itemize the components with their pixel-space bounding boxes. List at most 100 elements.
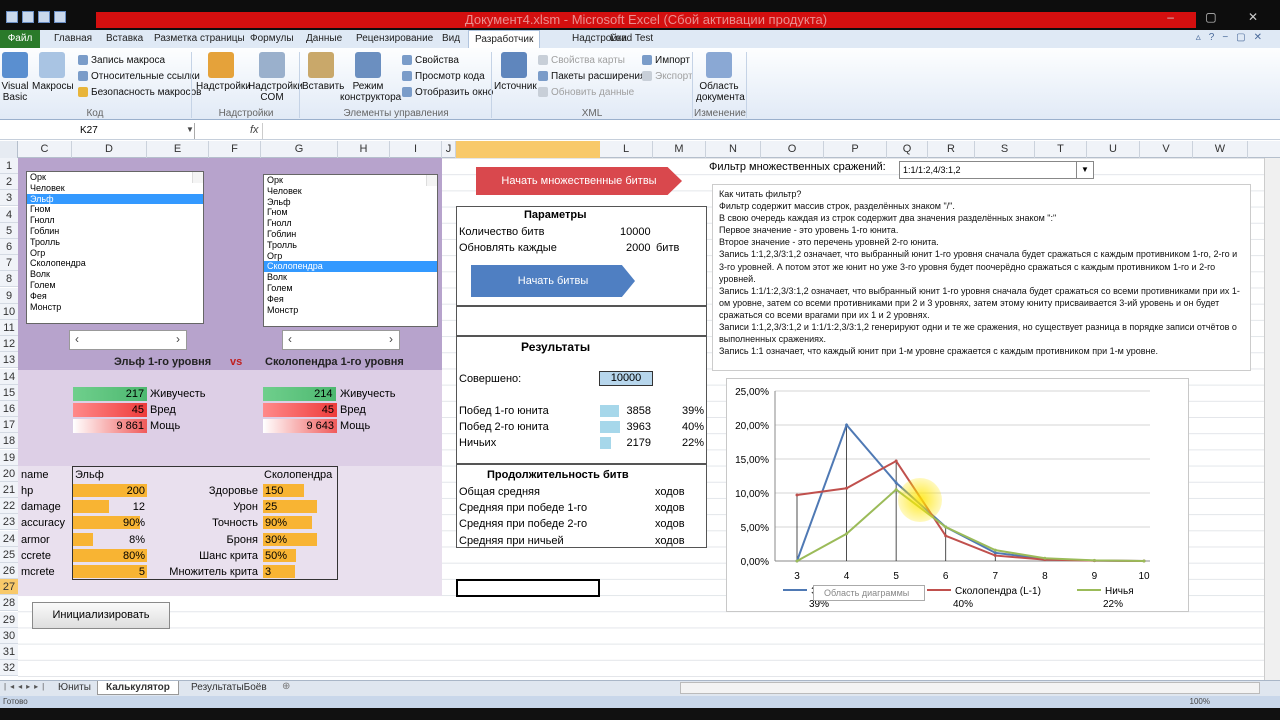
list-item[interactable]: Сколопендра bbox=[27, 258, 203, 269]
row-header[interactable]: 26 bbox=[0, 563, 18, 579]
list-item[interactable]: Голем bbox=[264, 283, 437, 294]
column-header[interactable]: H bbox=[338, 141, 390, 158]
list-item[interactable]: Эльф bbox=[264, 197, 437, 208]
list-item-selected[interactable]: Сколопендра bbox=[264, 261, 437, 273]
design-mode-button[interactable]: Режим конструктора bbox=[340, 52, 401, 103]
row-header[interactable]: 1 bbox=[0, 158, 18, 174]
refresh-data-button[interactable]: Обновить данные bbox=[538, 85, 645, 101]
export-button[interactable]: Экспорт bbox=[642, 69, 693, 85]
document-panel-button[interactable]: Область документа bbox=[696, 52, 745, 103]
list-item[interactable]: Орк bbox=[27, 172, 203, 183]
row-header[interactable]: 20 bbox=[0, 465, 18, 482]
left-stat-cell[interactable]: 5 bbox=[73, 564, 147, 580]
column-header[interactable]: S bbox=[975, 141, 1035, 158]
visual-basic-button[interactable]: Visual Basic bbox=[0, 52, 30, 103]
undo-icon[interactable] bbox=[38, 11, 50, 23]
macros-button[interactable]: Макросы bbox=[32, 52, 74, 92]
view-code-button[interactable]: Просмотр кода bbox=[402, 69, 493, 85]
list-item[interactable]: Гном bbox=[27, 204, 203, 215]
column-header[interactable]: O bbox=[761, 141, 824, 158]
list-item[interactable]: Человек bbox=[27, 183, 203, 194]
horizontal-scrollbar[interactable] bbox=[680, 682, 1260, 694]
column-header[interactable]: U bbox=[1087, 141, 1140, 158]
battle-duration-chart[interactable]: 0,00% 5,00% 10,00% 15,00% 20,00% 25,00% 3 4 5 6 7 8… bbox=[727, 379, 1190, 613]
row-header[interactable]: 11 bbox=[0, 320, 18, 336]
column-header[interactable]: R bbox=[928, 141, 975, 158]
row-header[interactable]: 10 bbox=[0, 303, 18, 320]
right-stat-cell[interactable]: 90% bbox=[263, 515, 317, 531]
tab-load-test[interactable]: Load Test bbox=[604, 30, 659, 48]
left-stat-cell[interactable]: 90% bbox=[73, 515, 147, 531]
column-header[interactable]: I bbox=[390, 141, 442, 158]
right-unit-name[interactable]: Сколопендра bbox=[264, 467, 332, 483]
list-item[interactable]: Монстр bbox=[27, 302, 203, 313]
fx-icon[interactable]: fx bbox=[250, 124, 259, 136]
sheet-tab-active[interactable]: Калькулятор bbox=[97, 681, 179, 695]
chevron-right-icon[interactable]: › bbox=[389, 332, 393, 346]
row-header[interactable]: 3 bbox=[0, 190, 18, 207]
save-icon[interactable] bbox=[22, 11, 34, 23]
row-header[interactable]: 8 bbox=[0, 271, 18, 288]
tab-data[interactable]: Данные bbox=[300, 30, 348, 48]
list-item[interactable]: Гнолл bbox=[264, 218, 437, 229]
relative-refs-button[interactable]: Относительные ссылки bbox=[78, 69, 202, 85]
column-header[interactable]: V bbox=[1140, 141, 1193, 158]
list-item[interactable]: Голем bbox=[27, 280, 203, 291]
level-scroll-right[interactable]: ‹ › bbox=[282, 330, 400, 350]
row-header[interactable]: 12 bbox=[0, 336, 18, 353]
row-header[interactable]: 28 bbox=[0, 595, 18, 612]
column-header[interactable]: F bbox=[209, 141, 261, 158]
right-stat-cell[interactable]: 150 bbox=[263, 483, 317, 499]
list-item[interactable]: Гнолл bbox=[27, 215, 203, 226]
row-header[interactable]: 7 bbox=[0, 255, 18, 272]
row-header[interactable]: 25 bbox=[0, 546, 18, 563]
row-header[interactable]: 29 bbox=[0, 611, 18, 628]
list-item[interactable]: Человек bbox=[264, 186, 437, 197]
chevron-left-icon[interactable]: ‹ bbox=[75, 332, 79, 346]
list-item[interactable]: Монстр bbox=[264, 305, 437, 316]
column-header[interactable]: C bbox=[18, 141, 72, 158]
list-item[interactable]: Волк bbox=[264, 272, 437, 283]
insert-control-button[interactable]: Вставить bbox=[302, 52, 344, 92]
refresh-value[interactable]: 2000 bbox=[626, 240, 650, 256]
column-header[interactable]: J bbox=[442, 141, 456, 158]
list-item[interactable]: Гоблин bbox=[27, 226, 203, 237]
unit-list-right[interactable]: Орк Человек Эльф Гном Гнолл Гоблин Тролль Огр Ск… bbox=[263, 174, 438, 327]
list-item[interactable]: Гном bbox=[264, 207, 437, 218]
row-header[interactable]: 14 bbox=[0, 368, 18, 385]
formula-input[interactable] bbox=[262, 123, 1272, 139]
right-stat-cell[interactable]: 30% bbox=[263, 532, 317, 548]
row-header[interactable]: 27 bbox=[0, 579, 18, 596]
right-stat-cell[interactable]: 50% bbox=[263, 548, 317, 564]
tab-home[interactable]: Главная bbox=[48, 30, 98, 48]
left-stat-cell[interactable]: 8% bbox=[73, 532, 147, 548]
scrollbar[interactable] bbox=[192, 172, 203, 183]
selected-cell[interactable] bbox=[456, 579, 600, 597]
import-button[interactable]: Импорт bbox=[642, 53, 693, 69]
sheet-tab[interactable]: РезультатыБоёв bbox=[183, 681, 275, 695]
filter-select[interactable]: 1:1/1:2,4/3:1,2 bbox=[899, 161, 1094, 179]
select-all-corner[interactable] bbox=[0, 141, 18, 158]
com-addins-button[interactable]: Надстройки COM bbox=[248, 52, 303, 103]
tab-review[interactable]: Рецензирование bbox=[350, 30, 439, 48]
row-header[interactable]: 2 bbox=[0, 174, 18, 191]
sheet-tab[interactable]: Юниты bbox=[50, 681, 99, 695]
list-item[interactable]: Орк bbox=[264, 175, 437, 186]
scrollbar[interactable] bbox=[426, 175, 437, 186]
row-header[interactable]: 6 bbox=[0, 239, 18, 255]
column-header[interactable]: P bbox=[824, 141, 887, 158]
column-header[interactable]: T bbox=[1035, 141, 1087, 158]
macro-security-button[interactable]: Безопасность макросов bbox=[78, 85, 202, 101]
left-stat-cell[interactable]: 200 bbox=[73, 483, 147, 499]
name-box[interactable]: K27 bbox=[0, 123, 195, 139]
list-item[interactable]: Гоблин bbox=[264, 229, 437, 240]
new-sheet-icon[interactable]: ⊕ bbox=[282, 681, 290, 692]
list-item[interactable]: Огр bbox=[264, 251, 437, 262]
zoom-level[interactable]: 100% bbox=[1190, 696, 1210, 708]
column-header[interactable]: L bbox=[600, 141, 653, 158]
properties-button[interactable]: Свойства bbox=[402, 53, 493, 69]
left-unit-name[interactable]: Эльф bbox=[75, 467, 104, 483]
battle-count-value[interactable]: 10000 bbox=[620, 224, 651, 240]
tab-insert[interactable]: Вставка bbox=[100, 30, 149, 48]
row-header[interactable]: 15 bbox=[0, 384, 18, 401]
